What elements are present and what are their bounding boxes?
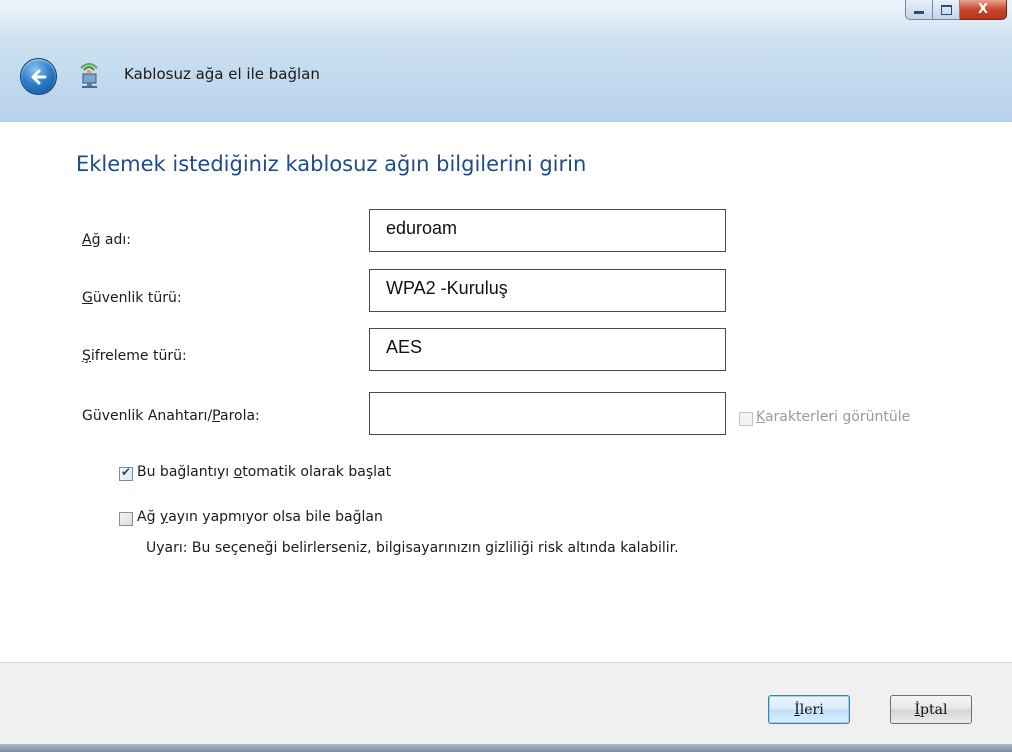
security-type-select[interactable]: WPA2 -Kuruluş [369,269,726,312]
back-button[interactable] [20,58,57,95]
minimize-button[interactable] [905,0,933,20]
back-arrow-icon [31,69,46,84]
connect-hidden-label: Ağ yayın yapmıyor olsa bile bağlan [137,509,383,525]
network-name-input[interactable]: eduroam [369,209,726,252]
maximize-button[interactable] [933,0,960,20]
close-icon: X [977,2,989,17]
minimize-icon [914,11,924,14]
auto-start-checkbox[interactable] [119,465,133,481]
show-characters-label: Karakterleri görüntüle [756,409,911,425]
title-bar: X Kablosuz ağa el ile bağlan [0,0,1012,122]
close-button[interactable]: X [960,0,1007,20]
privacy-warning-text: Uyarı: Bu seçeneği belirlerseniz, bilgis… [146,540,679,556]
page-heading: Eklemek istediğiniz kablosuz ağın bilgil… [76,152,587,176]
dialog-window: X Kablosuz ağa el ile bağlan Eklemek ist… [0,0,1012,752]
auto-start-label: Bu bağlantıyı otomatik olarak başlat [137,464,392,480]
next-button[interactable]: İleri [768,695,850,724]
cancel-button[interactable]: İptal [890,695,972,724]
show-characters-checkbox[interactable] [739,412,753,426]
connect-hidden-checkbox[interactable] [119,512,133,526]
window-title: Kablosuz ağa el ile bağlan [124,65,320,83]
security-key-input[interactable] [369,392,726,435]
window-bottom-border [0,744,1012,752]
wireless-network-icon [80,63,98,88]
security-key-label: Güvenlik Anahtarı/Parola: [82,408,260,424]
maximize-icon [940,4,952,15]
window-controls: X [905,0,1007,20]
dialog-content: Eklemek istediğiniz kablosuz ağın bilgil… [0,122,1012,662]
network-name-label: Ağ adı: [82,232,131,248]
encryption-type-label: Şifreleme türü: [82,348,187,364]
security-type-label: Güvenlik türü: [82,290,182,306]
encryption-type-select[interactable]: AES [369,328,726,371]
button-bar: İleri İptal [0,662,1012,752]
